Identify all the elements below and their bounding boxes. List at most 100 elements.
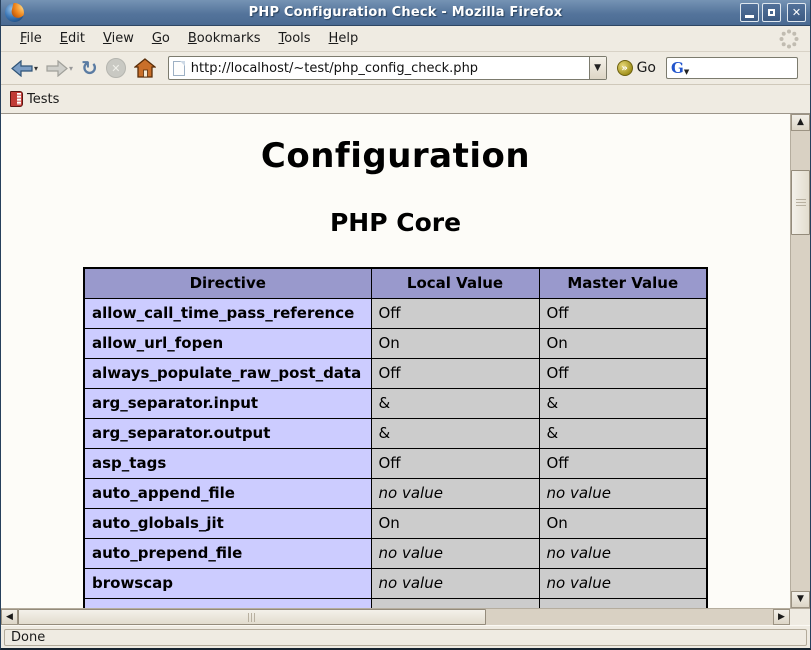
local-value-cell: &: [371, 388, 539, 418]
firefox-icon: [5, 3, 24, 22]
master-value-cell: no value: [539, 538, 707, 568]
menu-item[interactable]: View: [94, 28, 143, 49]
local-value-cell: no value: [371, 478, 539, 508]
master-value-cell: [539, 598, 707, 608]
bookmarks-toolbar: Tests: [1, 85, 810, 114]
reload-button[interactable]: ↻: [79, 56, 100, 80]
directive-cell: auto_globals_jit: [84, 508, 371, 538]
stop-icon: ✕: [106, 58, 126, 78]
bookmark-icon: [10, 91, 23, 107]
table-row: allow_url_fopen On On: [84, 328, 707, 358]
local-value-cell: On: [371, 508, 539, 538]
local-value-cell: no value: [371, 538, 539, 568]
local-value-cell: [371, 598, 539, 608]
url-bar[interactable]: http://localhost/~test/php_config_check.…: [168, 56, 607, 80]
local-value-cell: no value: [371, 568, 539, 598]
table-row: arg_separator.output & &: [84, 418, 707, 448]
table-row: auto_prepend_file no value no value: [84, 538, 707, 568]
horizontal-scroll-thumb[interactable]: [18, 609, 486, 625]
search-dropdown-caret[interactable]: ▼: [684, 68, 689, 76]
vertical-scrollbar[interactable]: ▲ ▼: [790, 114, 810, 608]
php-config-table: Directive Local Value Master Value allow…: [83, 267, 708, 608]
scroll-right-button[interactable]: ▶: [773, 609, 790, 625]
table-row: browscap no value no value: [84, 568, 707, 598]
directive-cell: [84, 598, 371, 608]
master-value-cell: &: [539, 418, 707, 448]
horizontal-scroll-track[interactable]: [18, 609, 773, 625]
master-value-cell: Off: [539, 358, 707, 388]
forward-button[interactable]: ▾: [44, 58, 75, 79]
menu-item[interactable]: Help: [320, 28, 368, 49]
menu-item[interactable]: Go: [143, 28, 179, 49]
master-value-cell: no value: [539, 568, 707, 598]
table-row: auto_append_file no value no value: [84, 478, 707, 508]
master-value-cell: Off: [539, 298, 707, 328]
local-value-cell: Off: [371, 298, 539, 328]
go-icon: »: [617, 60, 633, 76]
go-button[interactable]: » Go: [611, 60, 662, 76]
url-input[interactable]: http://localhost/~test/php_config_check.…: [185, 61, 589, 76]
menu-item[interactable]: File: [11, 28, 51, 49]
window-title: PHP Configuration Check - Mozilla Firefo…: [1, 5, 810, 20]
navigation-toolbar: ▾ ▾ ↻ ✕ http://localh: [1, 52, 810, 85]
close-button[interactable]: ✕: [787, 3, 806, 22]
page-viewport: Configuration PHP Core Directive Local V…: [1, 114, 790, 608]
scroll-up-button[interactable]: ▲: [791, 114, 810, 131]
table-row: allow_call_time_pass_reference Off Off: [84, 298, 707, 328]
table-row: always_populate_raw_post_data Off Off: [84, 358, 707, 388]
master-value-cell: Off: [539, 448, 707, 478]
directive-cell: allow_url_fopen: [84, 328, 371, 358]
scroll-left-button[interactable]: ◀: [1, 609, 18, 625]
menu-item[interactable]: Tools: [270, 28, 320, 49]
table-row: asp_tags Off Off: [84, 448, 707, 478]
vertical-scroll-thumb[interactable]: [791, 170, 810, 235]
menu-item[interactable]: Bookmarks: [179, 28, 270, 49]
section-heading: PHP Core: [1, 208, 790, 237]
status-text: Done: [11, 630, 45, 645]
scroll-down-button[interactable]: ▼: [791, 591, 810, 608]
vertical-scroll-track[interactable]: [791, 131, 810, 591]
search-input[interactable]: G ▼: [666, 57, 798, 79]
local-value-cell: Off: [371, 358, 539, 388]
scrollbar-corner: [790, 608, 810, 625]
google-logo-icon: G: [671, 59, 684, 77]
column-header-local-value: Local Value: [371, 268, 539, 298]
directive-cell: allow_call_time_pass_reference: [84, 298, 371, 328]
master-value-cell: On: [539, 328, 707, 358]
back-button[interactable]: ▾: [9, 58, 40, 79]
table-header-row: Directive Local Value Master Value: [84, 268, 707, 298]
column-header-master-value: Master Value: [539, 268, 707, 298]
back-icon: [11, 60, 33, 77]
status-bar: Done: [1, 625, 810, 648]
back-dropdown-caret[interactable]: ▾: [34, 64, 38, 73]
home-button[interactable]: [132, 56, 158, 80]
stop-button[interactable]: ✕: [104, 56, 128, 80]
bookmark-item[interactable]: Tests: [10, 91, 59, 107]
menu-item[interactable]: Edit: [51, 28, 94, 49]
master-value-cell: On: [539, 508, 707, 538]
maximize-button[interactable]: [762, 3, 781, 22]
directive-cell: arg_separator.input: [84, 388, 371, 418]
status-panel: Done: [4, 629, 807, 646]
page-icon: [173, 61, 185, 76]
title-bar: PHP Configuration Check - Mozilla Firefo…: [1, 0, 810, 26]
reload-icon: ↻: [81, 58, 98, 78]
menu-bar: File Edit View Go Bookmarks Tools Help: [1, 26, 810, 52]
column-header-directive: Directive: [84, 268, 371, 298]
local-value-cell: On: [371, 328, 539, 358]
directive-cell: always_populate_raw_post_data: [84, 358, 371, 388]
directive-cell: asp_tags: [84, 448, 371, 478]
throbber-icon: [778, 28, 800, 50]
local-value-cell: &: [371, 418, 539, 448]
url-dropdown-button[interactable]: ▼: [589, 57, 606, 79]
page-heading: Configuration: [1, 136, 790, 176]
horizontal-scrollbar[interactable]: ◀ ▶: [1, 608, 790, 625]
table-row: arg_separator.input & &: [84, 388, 707, 418]
master-value-cell: no value: [539, 478, 707, 508]
directive-cell: auto_prepend_file: [84, 538, 371, 568]
master-value-cell: &: [539, 388, 707, 418]
directive-cell: auto_append_file: [84, 478, 371, 508]
forward-dropdown-caret[interactable]: ▾: [69, 64, 73, 73]
minimize-button[interactable]: [740, 3, 759, 22]
forward-icon: [46, 60, 68, 77]
